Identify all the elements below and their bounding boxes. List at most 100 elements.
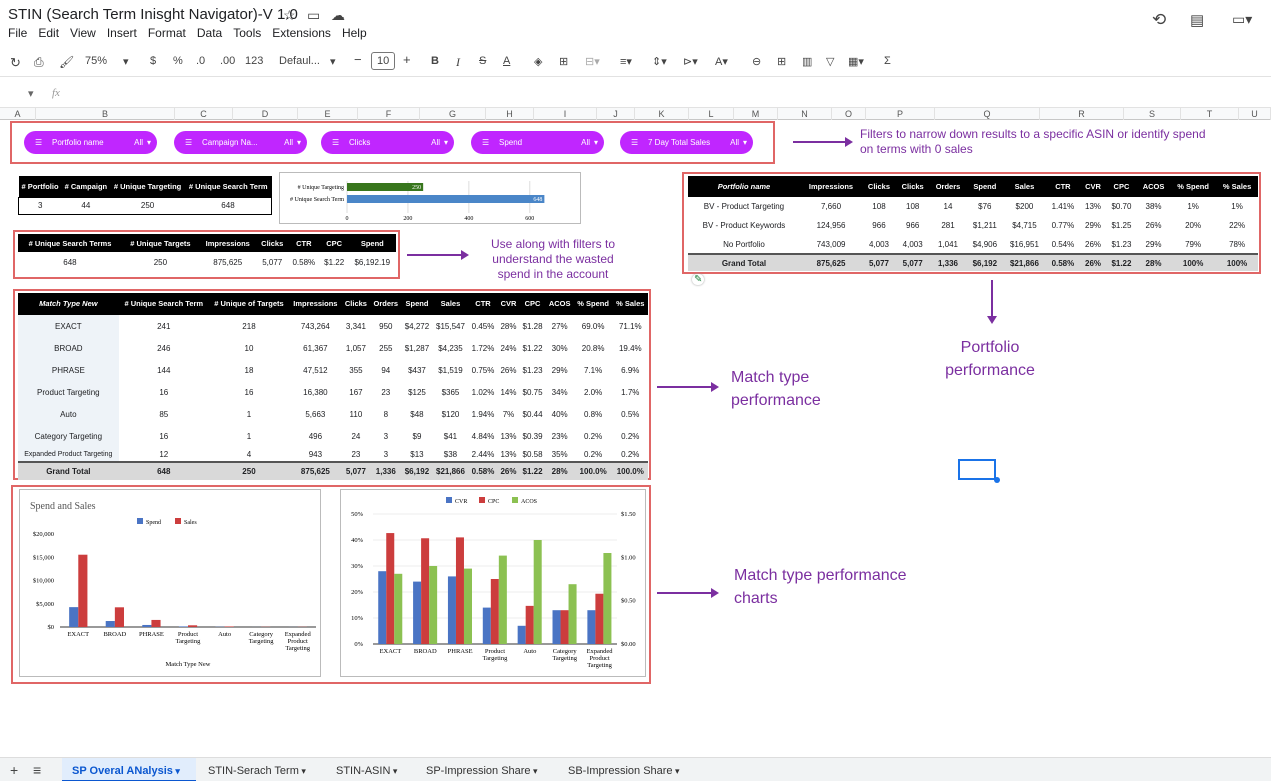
- column-header-i[interactable]: I: [534, 108, 597, 120]
- bold-button[interactable]: B: [431, 55, 439, 67]
- filter-icon: ☰: [631, 138, 639, 147]
- filter-chip-2[interactable]: ☰ Clicks All ▾: [321, 131, 454, 154]
- menu-data[interactable]: Data: [197, 26, 222, 40]
- column-header-t[interactable]: T: [1181, 108, 1239, 120]
- filter-chip-3[interactable]: ☰ Spend All ▾: [471, 131, 604, 154]
- filter-views-icon[interactable]: ▦▾: [848, 55, 864, 68]
- wrap-icon[interactable]: ⊳▾: [683, 55, 698, 68]
- cvr-cpc-acos-chart[interactable]: 0% 10% 20% 30% 40% 50% $0.00 $0.50 $1.00 $1.50 CVR…: [340, 489, 646, 677]
- column-header-l[interactable]: L: [689, 108, 734, 120]
- unique-count-chart[interactable]: 0 200 400 600 # Unique Targeting 250 # Unique …: [279, 172, 581, 224]
- sheet-tab-2[interactable]: STIN-ASIN ▾: [326, 758, 414, 781]
- column-header-n[interactable]: N: [778, 108, 832, 120]
- align-icon[interactable]: ≡▾: [620, 55, 632, 68]
- chevron-down-icon[interactable]: ▾: [173, 766, 180, 776]
- column-header-k[interactable]: K: [635, 108, 689, 120]
- number-format-button[interactable]: 123: [245, 55, 263, 67]
- percent-button[interactable]: %: [173, 55, 183, 67]
- menu-tools[interactable]: Tools: [233, 26, 261, 40]
- chevron-down-icon[interactable]: ▾: [330, 55, 336, 68]
- doc-title[interactable]: STIN (Search Term Inisght Navigator)-V 1…: [8, 6, 298, 23]
- spend-sales-chart[interactable]: Spend and Sales $0 $5,000 $10,000 $15,000 $20…: [19, 489, 321, 677]
- column-header-f[interactable]: F: [358, 108, 420, 120]
- increase-decimal-button[interactable]: .00: [220, 55, 235, 67]
- comment-icon[interactable]: ▤: [1190, 11, 1204, 29]
- history-icon[interactable]: ⟲: [1152, 10, 1166, 30]
- chevron-down-icon[interactable]: ▾: [673, 766, 680, 776]
- selected-cell[interactable]: [958, 459, 996, 480]
- comment-add-icon[interactable]: ⊞: [777, 55, 786, 68]
- menu-help[interactable]: Help: [342, 26, 367, 40]
- sheet-tab-1[interactable]: STIN-Serach Term ▾: [198, 758, 324, 781]
- match-cell: 144: [157, 365, 171, 375]
- chevron-down-icon: ▾: [146, 138, 151, 147]
- column-header-s[interactable]: S: [1124, 108, 1181, 120]
- chevron-down-icon[interactable]: ▾: [299, 766, 306, 776]
- valign-icon[interactable]: ⇕▾: [652, 55, 667, 68]
- zoom-select[interactable]: 75%: [85, 55, 107, 67]
- menu-insert[interactable]: Insert: [107, 26, 137, 40]
- plus-icon[interactable]: +: [403, 52, 411, 67]
- fill-handle[interactable]: [994, 477, 1000, 483]
- sheet-tab-3[interactable]: SP-Impression Share ▾: [416, 758, 556, 781]
- chevron-down-icon[interactable]: ▾: [123, 55, 129, 68]
- chevron-down-icon[interactable]: ▾: [531, 766, 538, 776]
- chevron-down-icon[interactable]: ▾: [28, 87, 34, 100]
- folder-icon[interactable]: ▭: [307, 7, 320, 24]
- paint-format-icon[interactable]: 🖌: [59, 55, 74, 69]
- menu-edit[interactable]: Edit: [38, 26, 59, 40]
- filter-chip-4[interactable]: ☰ 7 Day Total Sales All ▾: [620, 131, 753, 154]
- column-header-r[interactable]: R: [1040, 108, 1124, 120]
- filter-chip-1[interactable]: ☰ Campaign Na... All ▾: [174, 131, 307, 154]
- strikethrough-button[interactable]: S: [479, 55, 486, 67]
- borders-icon[interactable]: ⊞: [559, 55, 568, 68]
- column-header-b[interactable]: B: [36, 108, 175, 120]
- decrease-decimal-button[interactable]: .0: [196, 55, 205, 67]
- edit-pencil-icon[interactable]: ✎: [692, 274, 705, 285]
- sheet-tab-0[interactable]: SP Overal ANalysis ▾: [62, 758, 196, 781]
- star-icon[interactable]: ☆: [283, 7, 296, 24]
- match-header: # Unique Search Term: [118, 293, 209, 315]
- column-header-u[interactable]: U: [1239, 108, 1271, 120]
- minus-icon[interactable]: −: [354, 52, 362, 67]
- print-icon[interactable]: ⎙: [34, 55, 44, 70]
- meet-icon[interactable]: ▭▾: [1232, 11, 1252, 28]
- menu-format[interactable]: Format: [148, 26, 186, 40]
- rotate-icon[interactable]: A▾: [715, 55, 728, 68]
- filter-chip-0[interactable]: ☰ Portfolio name All ▾: [24, 131, 157, 154]
- column-header-g[interactable]: G: [420, 108, 486, 120]
- link-icon[interactable]: ⊖: [752, 55, 761, 68]
- column-header-h[interactable]: H: [486, 108, 534, 120]
- column-header-p[interactable]: P: [866, 108, 935, 120]
- column-header-q[interactable]: Q: [935, 108, 1040, 120]
- currency-button[interactable]: $: [150, 55, 156, 67]
- cloud-icon[interactable]: ☁: [331, 7, 345, 24]
- fill-color-icon[interactable]: ◈: [534, 55, 542, 68]
- menu-extensions[interactable]: Extensions: [272, 26, 331, 40]
- column-header-j[interactable]: J: [597, 108, 635, 120]
- column-header-e[interactable]: E: [298, 108, 358, 120]
- font-size-input[interactable]: 10: [371, 52, 396, 70]
- filter-icon[interactable]: ▽: [826, 55, 834, 68]
- portfolio-cell: 966: [872, 221, 886, 230]
- menu-file[interactable]: File: [8, 26, 27, 40]
- sheet-tab-4[interactable]: SB-Impression Share ▾: [558, 758, 694, 781]
- column-header-a[interactable]: A: [0, 108, 36, 120]
- all-sheets-icon[interactable]: ≡: [33, 762, 41, 778]
- add-sheet-icon[interactable]: +: [10, 762, 18, 778]
- column-header-d[interactable]: D: [233, 108, 298, 120]
- chart-icon[interactable]: ▥: [802, 55, 812, 68]
- redo-icon[interactable]: ↻: [10, 55, 21, 71]
- match-cell: $437: [408, 365, 426, 375]
- text-color-icon[interactable]: A: [503, 55, 510, 67]
- chevron-down-icon[interactable]: ▾: [390, 766, 398, 776]
- column-header-o[interactable]: O: [832, 108, 866, 120]
- italic-button[interactable]: I: [456, 55, 460, 70]
- match-cell: 1: [246, 431, 252, 441]
- font-select[interactable]: Defaul...: [279, 55, 320, 67]
- column-header-c[interactable]: C: [175, 108, 233, 120]
- menu-view[interactable]: View: [70, 26, 96, 40]
- merge-icon[interactable]: ⊟▾: [585, 55, 600, 68]
- column-header-m[interactable]: M: [734, 108, 778, 120]
- functions-icon[interactable]: Σ: [884, 55, 891, 67]
